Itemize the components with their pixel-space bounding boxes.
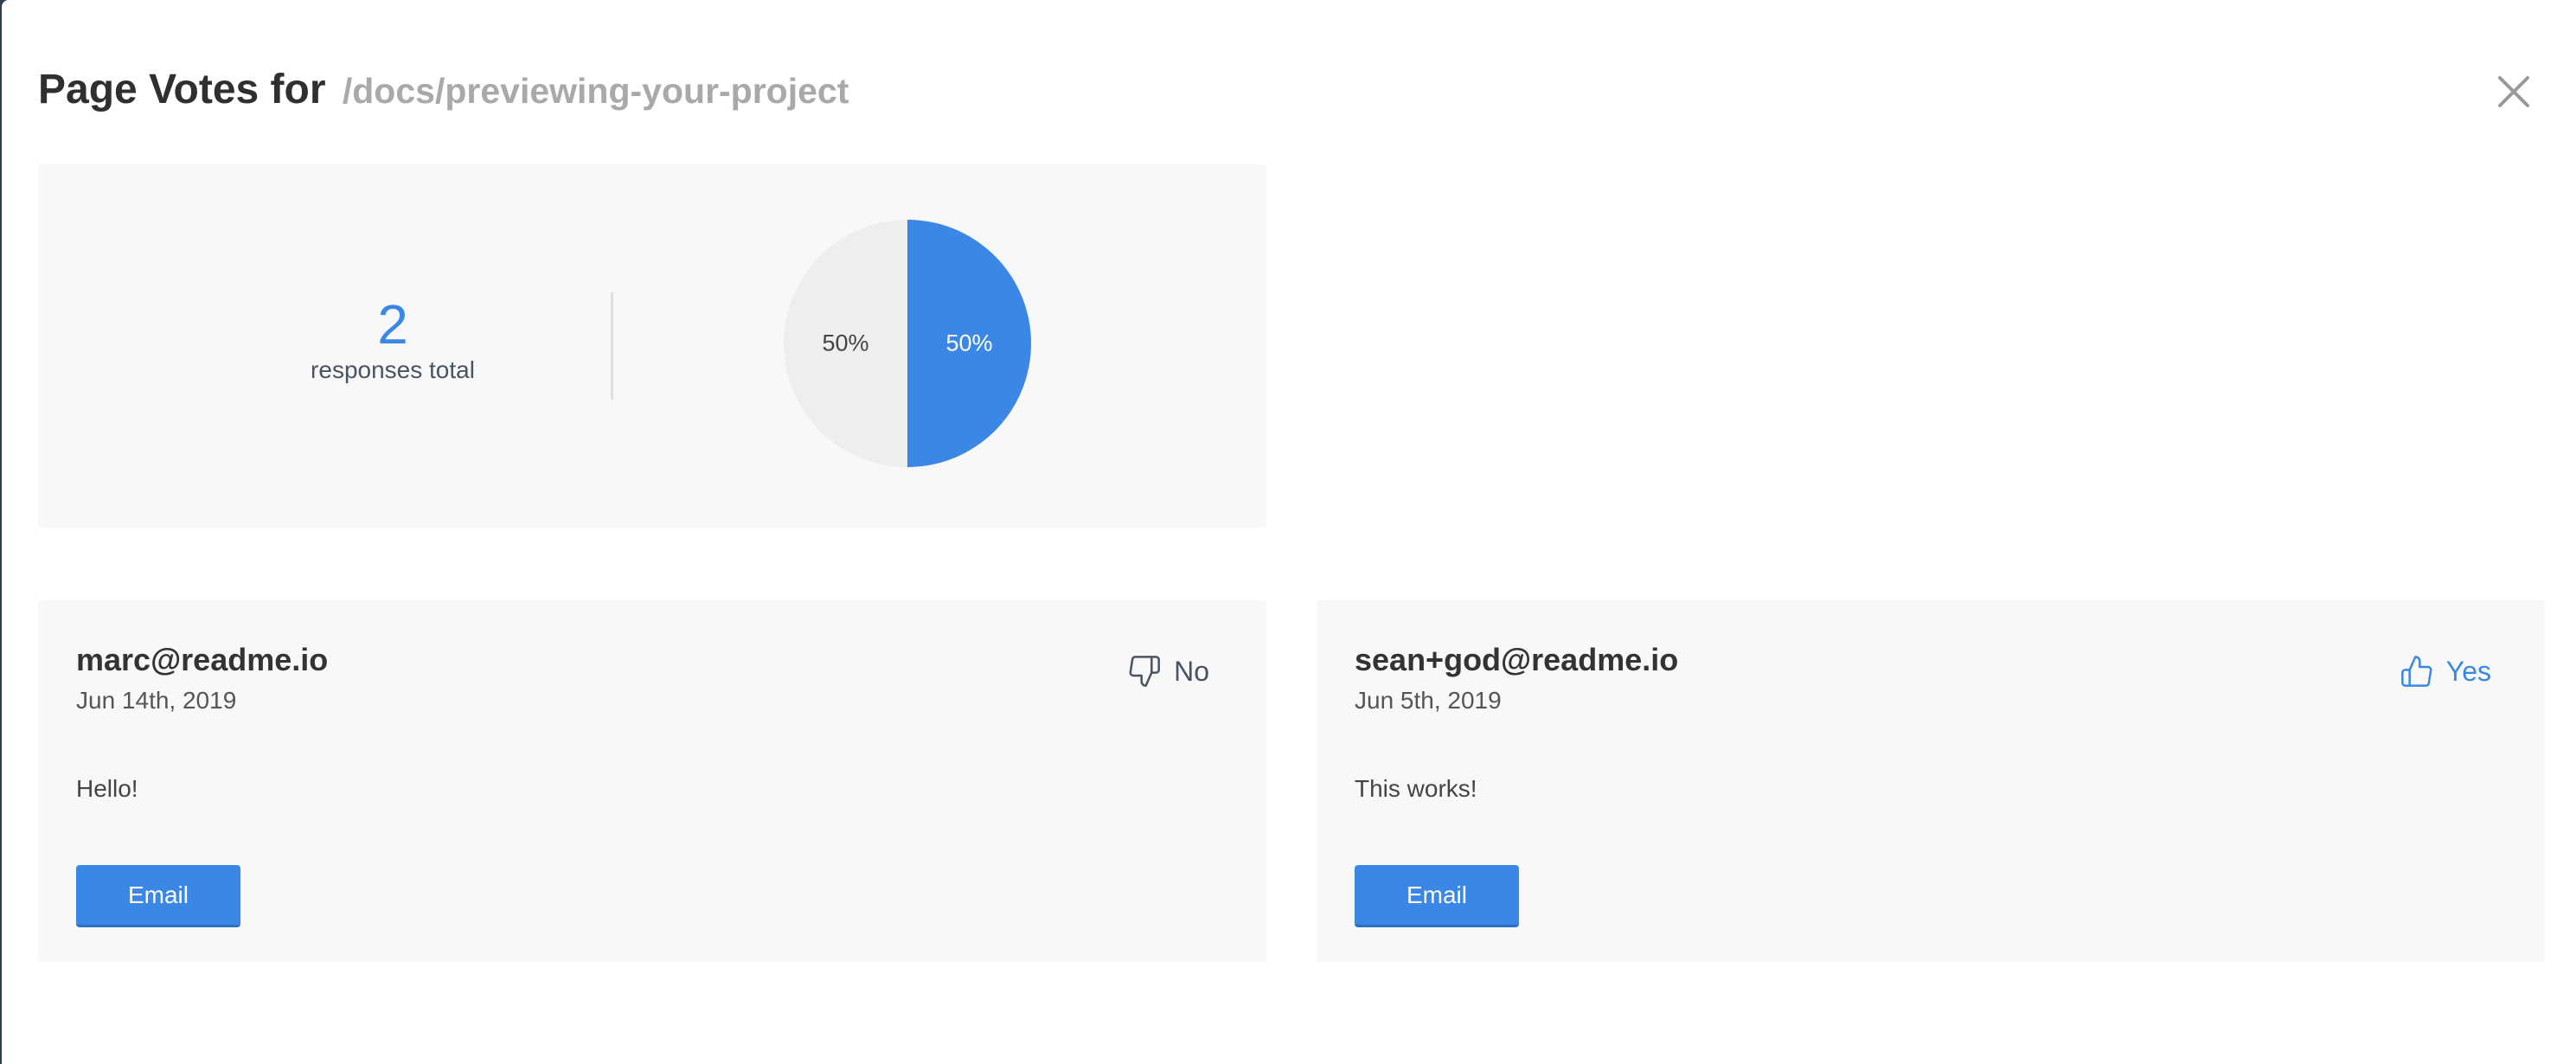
thumbs-down-icon: [1129, 656, 1161, 687]
close-icon: [2498, 76, 2529, 107]
vote-pie-chart: 50% 50%: [782, 218, 1033, 469]
vote-date: Jun 14th, 2019: [76, 687, 237, 714]
voter-email: sean+god@readme.io: [1355, 642, 1679, 677]
vote-date: Jun 5th, 2019: [1355, 687, 1502, 714]
pie-slice-label: 50%: [822, 330, 869, 356]
modal-title: Page Votes for /docs/previewing-your-pro…: [38, 66, 849, 113]
vote-yes-indicator: Yes: [2400, 654, 2491, 689]
voter-email: marc@readme.io: [76, 642, 329, 677]
modal-title-text: Page Votes for: [38, 67, 326, 112]
stats-divider: [611, 292, 613, 400]
vote-label: Yes: [2445, 655, 2491, 687]
vote-message: This works!: [1355, 775, 1477, 802]
stats-panel: 2 responses total 50% 50%: [38, 164, 1266, 528]
thumbs-up-icon: [2400, 656, 2432, 687]
vote-label: No: [1174, 655, 1209, 687]
page-path: /docs/previewing-your-project: [342, 71, 849, 111]
response-count-number: 2: [377, 293, 408, 356]
email-button[interactable]: Email: [76, 865, 240, 927]
email-button[interactable]: Email: [1355, 865, 1519, 927]
page-votes-modal: Page Votes for /docs/previewing-your-pro…: [2, 0, 2576, 1064]
close-button[interactable]: [2495, 73, 2533, 111]
vote-no-indicator: No: [1127, 654, 1209, 689]
vote-message: Hello!: [76, 775, 138, 802]
response-count-label: responses total: [311, 356, 475, 383]
response-count: 2 responses total: [159, 294, 626, 384]
vote-card: sean+god@readme.io Jun 5th, 2019 Yes Thi…: [1317, 600, 2545, 962]
vote-card: marc@readme.io Jun 14th, 2019 No Hello! …: [38, 600, 1266, 962]
pie-slice-label: 50%: [945, 330, 993, 356]
